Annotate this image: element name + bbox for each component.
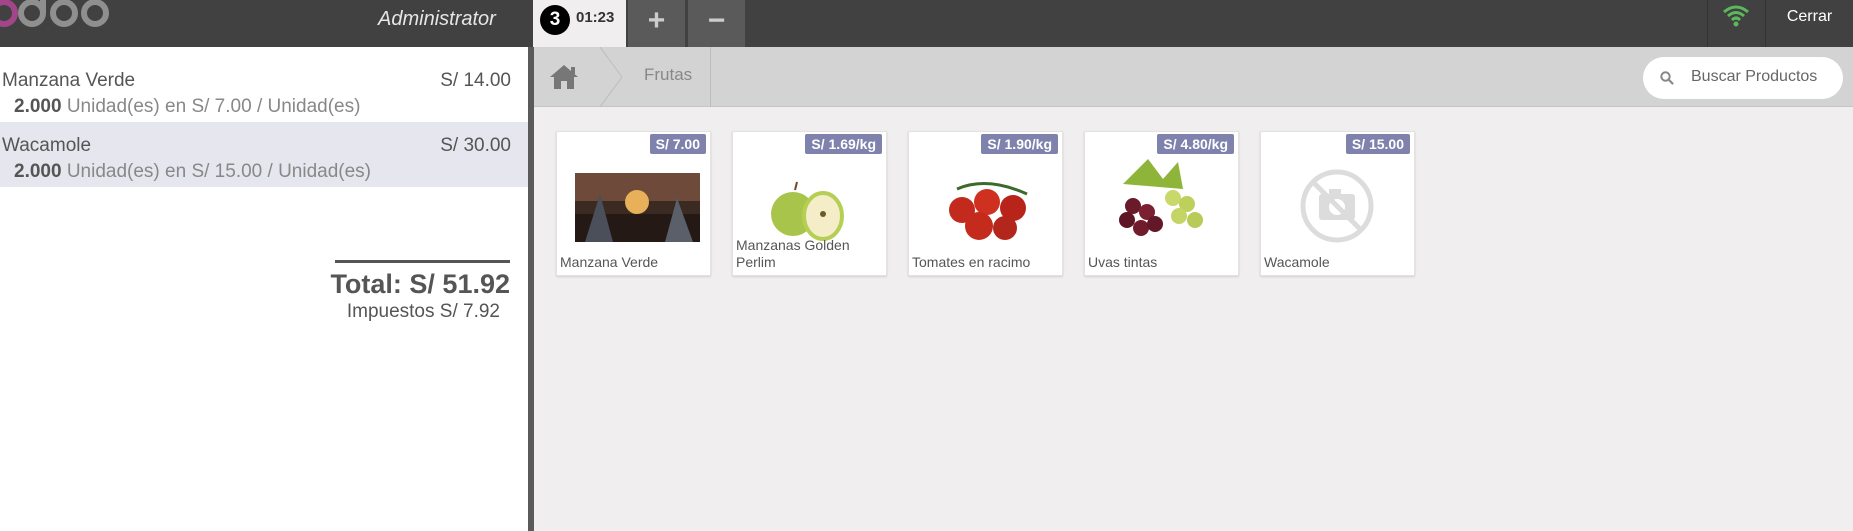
breadcrumb-category[interactable]: Frutas: [644, 65, 692, 85]
price-tag: S/ 15.00: [1345, 134, 1410, 154]
search-box[interactable]: Buscar Productos: [1643, 57, 1843, 99]
orderline-quantity: 2.000: [14, 96, 62, 117]
breadcrumb-chevron-icon: [600, 47, 622, 107]
breadcrumb: Frutas Buscar Productos: [534, 47, 1853, 107]
orderline-product-name: Wacamole: [2, 135, 92, 156]
product-image: [771, 181, 844, 241]
price-tag: S/ 4.80/kg: [1157, 134, 1234, 154]
order-time: 01:23: [576, 9, 615, 26]
product-card[interactable]: S/ 15.00 Wacamole: [1260, 131, 1415, 276]
product-name: Wacamole: [1264, 254, 1330, 270]
product-image: [1119, 159, 1203, 236]
proxy-status-button[interactable]: [1708, 0, 1764, 47]
username-label: Administrator: [378, 8, 496, 30]
order-line-selected[interactable]: Wacamole S/ 30.00 2.000 Unidad(es) en S/…: [0, 122, 528, 187]
breadcrumb-home[interactable]: [534, 47, 594, 107]
product-card[interactable]: S/ 4.80/kg Uvas tintas: [1084, 131, 1239, 276]
product-card[interactable]: S/ 1.69/kg Manzanas Golden Perlim: [732, 131, 887, 276]
price-tag: S/ 1.90/kg: [981, 134, 1058, 154]
product-image: [949, 182, 1028, 240]
no-image-camera-icon: [1300, 169, 1374, 243]
order-panel: Manzana Verde S/ 14.00 2.000 Unidad(es) …: [0, 47, 528, 531]
order-total: Total: S/ 51.92: [330, 269, 510, 299]
product-image: [575, 173, 700, 242]
search-input[interactable]: Buscar Productos: [1691, 68, 1817, 86]
orderline-product-name: Manzana Verde: [2, 70, 136, 91]
product-card[interactable]: S/ 1.90/kg Tomates en racimo: [908, 131, 1063, 276]
top-bar: Administrator 3 01:23 + − Cerrar: [0, 0, 1853, 47]
odoo-logo: [0, 0, 109, 27]
product-name: Tomates en racimo: [912, 254, 1031, 270]
product-name: Manzana Verde: [560, 254, 659, 270]
orderline-info: 2.000 Unidad(es) en S/ 7.00 / Unidad(es): [14, 96, 360, 118]
product-name: Uvas tintas: [1088, 254, 1158, 270]
product-card[interactable]: S/ 7.00 Manzana Verde: [556, 131, 711, 276]
remove-order-button[interactable]: −: [688, 0, 745, 47]
price-tag: S/ 7.00: [649, 134, 706, 154]
orderline-price: S/ 14.00: [440, 70, 511, 91]
search-icon: [1660, 71, 1674, 85]
orderline-price: S/ 30.00: [440, 135, 511, 156]
order-line[interactable]: Manzana Verde S/ 14.00 2.000 Unidad(es) …: [0, 57, 528, 122]
orderline-unit-detail: Unidad(es) en S/ 7.00 / Unidad(es): [66, 96, 361, 117]
order-tab[interactable]: 3 01:23: [533, 0, 626, 47]
products-panel: Frutas Buscar Productos S/ 7.00 Manzana …: [534, 47, 1853, 531]
order-number-badge: 3: [540, 5, 570, 35]
home-icon: [550, 65, 578, 89]
orderline-quantity: 2.000: [14, 161, 62, 182]
close-button[interactable]: Cerrar: [1766, 0, 1853, 47]
summary-divider: [335, 260, 510, 263]
orderline-info: 2.000 Unidad(es) en S/ 15.00 / Unidad(es…: [14, 161, 371, 183]
order-taxes: Impuestos S/ 7.92: [346, 301, 500, 322]
product-name: Manzanas Golden Perlim: [736, 237, 850, 270]
wifi-icon: [1723, 5, 1749, 27]
orderline-unit-detail: Unidad(es) en S/ 15.00 / Unidad(es): [66, 161, 371, 182]
breadcrumb-separator: [710, 47, 711, 107]
price-tag: S/ 1.69/kg: [805, 134, 882, 154]
add-order-button[interactable]: +: [628, 0, 685, 47]
